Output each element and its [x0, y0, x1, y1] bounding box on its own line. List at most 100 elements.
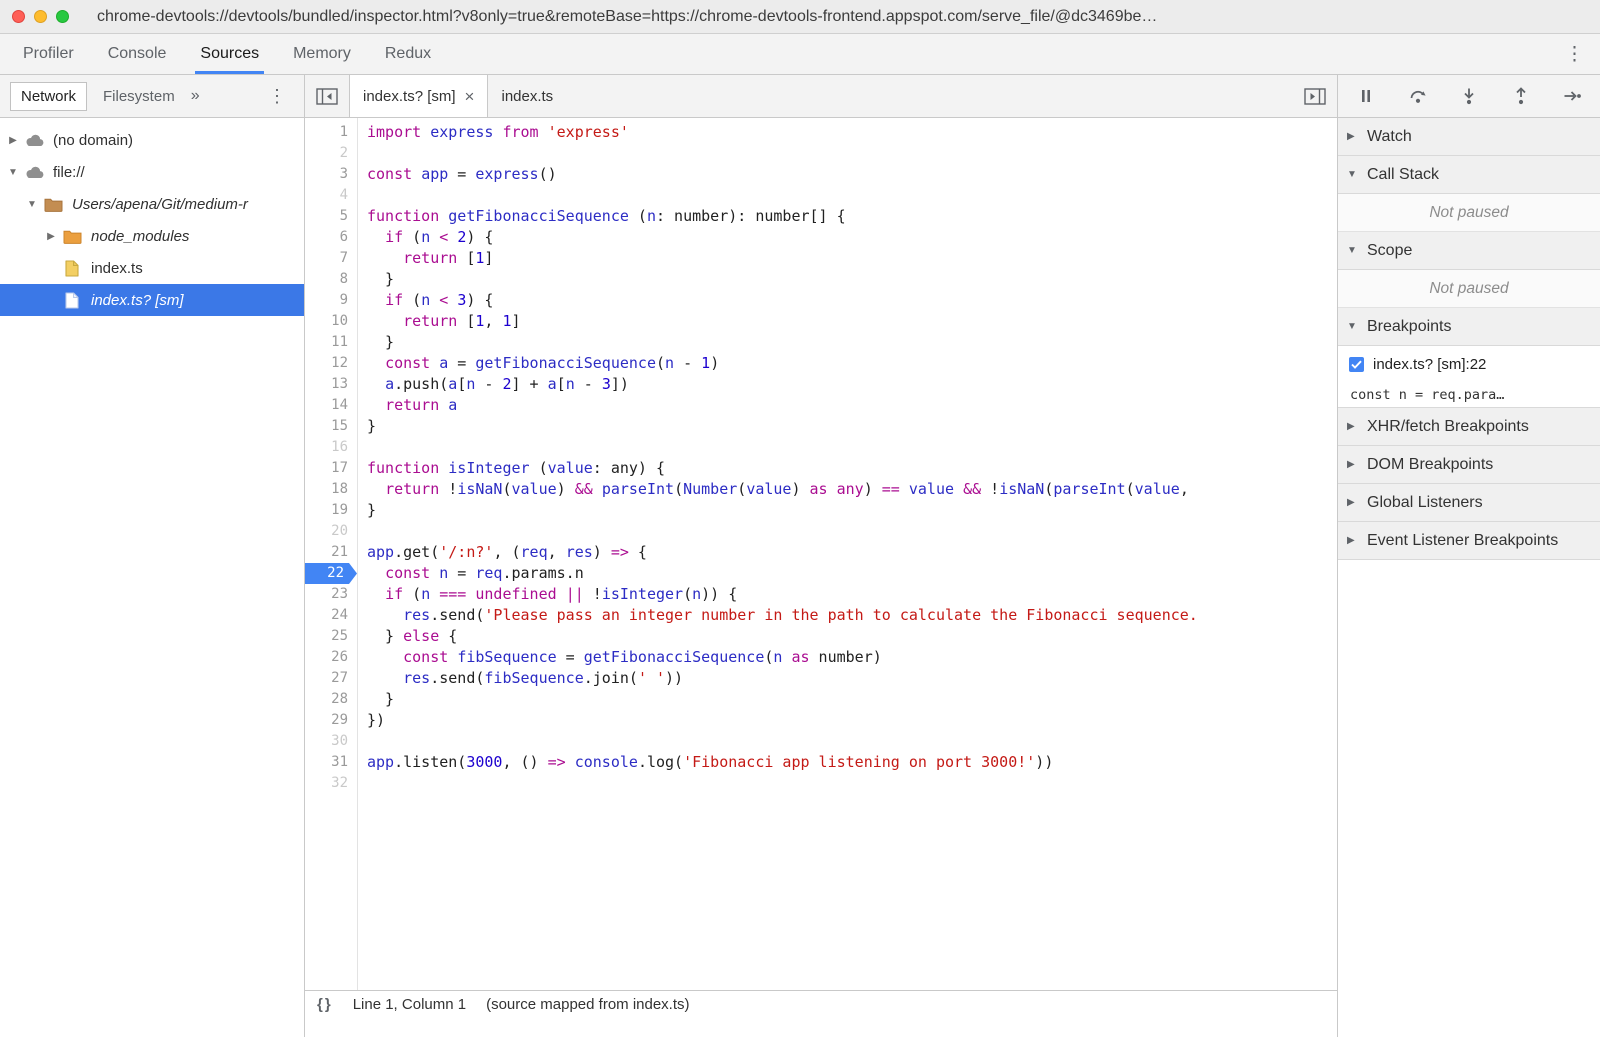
toggle-debugger-icon[interactable]: [1293, 75, 1337, 117]
line-number[interactable]: 10: [305, 311, 357, 332]
step-into-icon[interactable]: [1456, 83, 1482, 109]
tab-memory[interactable]: Memory: [276, 34, 368, 74]
tab-filesystem[interactable]: Filesystem: [103, 88, 175, 105]
line-number[interactable]: 18: [305, 479, 357, 500]
line-number[interactable]: 24: [305, 605, 357, 626]
section-label: Watch: [1367, 128, 1412, 146]
main-menu-kebab-icon[interactable]: ⋮: [1549, 34, 1600, 74]
line-number[interactable]: 23: [305, 584, 357, 605]
step-icon[interactable]: [1559, 83, 1585, 109]
chevron-expanded-icon: ▼: [1347, 169, 1359, 180]
breakpoint-label: index.ts? [sm]:22: [1373, 356, 1486, 373]
section-event-listener-breakpoints[interactable]: ▶ Event Listener Breakpoints: [1338, 522, 1600, 560]
code-text: [357, 773, 1337, 794]
section-scope[interactable]: ▼ Scope: [1338, 232, 1600, 270]
line-number[interactable]: 19: [305, 500, 357, 521]
more-tabs-icon[interactable]: »: [191, 87, 200, 105]
line-number[interactable]: 16: [305, 437, 357, 458]
line-number[interactable]: 2: [305, 143, 357, 164]
line-number[interactable]: 15: [305, 416, 357, 437]
tree-item[interactable]: ▶ node_modules: [0, 220, 304, 252]
tree-item[interactable]: ▼Users/apena/Git/medium-r: [0, 188, 304, 220]
line-number[interactable]: 26: [305, 647, 357, 668]
step-over-icon[interactable]: [1405, 83, 1431, 109]
file-icon: [60, 260, 84, 277]
line-number[interactable]: 21: [305, 542, 357, 563]
code-line: 7 return [1]: [305, 248, 1337, 269]
line-number[interactable]: 8: [305, 269, 357, 290]
chevron-expanded-icon[interactable]: ▼: [4, 167, 22, 178]
bottom-strip: [305, 1017, 1337, 1037]
line-number[interactable]: 31: [305, 752, 357, 773]
line-number[interactable]: 20: [305, 521, 357, 542]
chevron-collapsed-icon[interactable]: ▶: [4, 135, 22, 146]
line-number[interactable]: 7: [305, 248, 357, 269]
editor-tab-index-ts-sm[interactable]: index.ts? [sm] ×: [349, 75, 488, 117]
line-number[interactable]: 27: [305, 668, 357, 689]
section-breakpoints[interactable]: ▼ Breakpoints: [1338, 308, 1600, 346]
navigator-menu-kebab-icon[interactable]: ⋮: [268, 86, 294, 107]
section-dom-breakpoints[interactable]: ▶ DOM Breakpoints: [1338, 446, 1600, 484]
minimize-window-button[interactable]: [34, 10, 47, 23]
tree-item[interactable]: ▼file://: [0, 156, 304, 188]
tab-sources[interactable]: Sources: [183, 34, 276, 74]
line-number[interactable]: 1: [305, 122, 357, 143]
debugger-toolbar: [1338, 75, 1600, 118]
tab-console[interactable]: Console: [91, 34, 184, 74]
line-number[interactable]: 5: [305, 206, 357, 227]
code-line: 11 }: [305, 332, 1337, 353]
code-line: 13 a.push(a[n - 2] + a[n - 3]): [305, 374, 1337, 395]
line-number[interactable]: 28: [305, 689, 357, 710]
breakpoint-checkbox[interactable]: [1349, 357, 1364, 372]
section-global-listeners[interactable]: ▶ Global Listeners: [1338, 484, 1600, 522]
code-text: }: [357, 689, 1337, 710]
section-call-stack[interactable]: ▼ Call Stack: [1338, 156, 1600, 194]
line-number[interactable]: 12: [305, 353, 357, 374]
tab-network[interactable]: Network: [10, 82, 87, 111]
chevron-collapsed-icon: ▶: [1347, 421, 1359, 432]
breakpoint-snippet[interactable]: const n = req.para…: [1338, 382, 1600, 408]
line-number[interactable]: 9: [305, 290, 357, 311]
line-number[interactable]: 30: [305, 731, 357, 752]
breakpoint-entry[interactable]: index.ts? [sm]:22: [1338, 346, 1600, 382]
main-tabbar: Profiler Console Sources Memory Redux ⋮: [0, 34, 1600, 75]
line-number[interactable]: 13: [305, 374, 357, 395]
step-out-icon[interactable]: [1508, 83, 1534, 109]
code-text: return a: [357, 395, 1337, 416]
line-number[interactable]: 25: [305, 626, 357, 647]
code-editor[interactable]: 1import express from 'express'23const ap…: [305, 118, 1337, 990]
line-number[interactable]: 4: [305, 185, 357, 206]
tab-redux[interactable]: Redux: [368, 34, 448, 74]
line-number[interactable]: 6: [305, 227, 357, 248]
section-watch[interactable]: ▶ Watch: [1338, 118, 1600, 156]
tree-item[interactable]: index.ts? [sm]: [0, 284, 304, 316]
pause-icon[interactable]: [1353, 83, 1379, 109]
line-number[interactable]: 3: [305, 164, 357, 185]
toggle-navigator-icon[interactable]: [305, 75, 349, 117]
line-number[interactable]: 17: [305, 458, 357, 479]
tab-profiler[interactable]: Profiler: [6, 34, 91, 74]
code-text: [357, 521, 1337, 542]
line-number[interactable]: 32: [305, 773, 357, 794]
chevron-expanded-icon[interactable]: ▼: [23, 199, 41, 210]
folder-icon: [60, 229, 84, 244]
pretty-print-button[interactable]: {}: [317, 996, 333, 1013]
line-number[interactable]: 29: [305, 710, 357, 731]
zoom-window-button[interactable]: [56, 10, 69, 23]
tree-item-label: node_modules: [91, 228, 189, 245]
code-line: 18 return !isNaN(value) && parseInt(Numb…: [305, 479, 1337, 500]
code-line: 20: [305, 521, 1337, 542]
editor-tab-index-ts[interactable]: index.ts: [488, 75, 566, 117]
chevron-collapsed-icon[interactable]: ▶: [42, 231, 60, 242]
tree-item[interactable]: index.ts: [0, 252, 304, 284]
tree-item[interactable]: ▶(no domain): [0, 124, 304, 156]
code-text: const app = express(): [357, 164, 1337, 185]
line-number[interactable]: 14: [305, 395, 357, 416]
close-window-button[interactable]: [12, 10, 25, 23]
code-line: 24 res.send('Please pass an integer numb…: [305, 605, 1337, 626]
breakpoint-line-number[interactable]: 22: [305, 563, 357, 584]
section-xhr-fetch-breakpoints[interactable]: ▶ XHR/fetch Breakpoints: [1338, 408, 1600, 446]
editor-statusbar: {} Line 1, Column 1 (source mapped from …: [305, 990, 1337, 1017]
close-tab-icon[interactable]: ×: [465, 88, 475, 105]
line-number[interactable]: 11: [305, 332, 357, 353]
